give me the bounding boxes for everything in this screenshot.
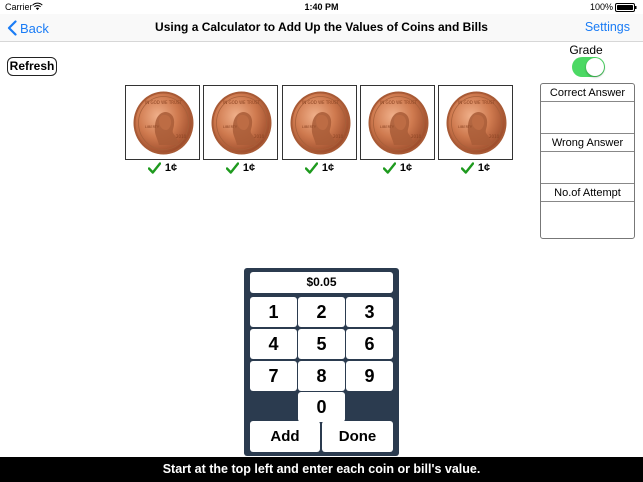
penny-coin-image xyxy=(367,90,430,156)
key-3[interactable]: 3 xyxy=(346,297,393,327)
wrong-answer-header: Wrong Answer xyxy=(541,134,634,152)
correct-answer-header: Correct Answer xyxy=(541,84,634,102)
page-title: Using a Calculator to Add Up the Values … xyxy=(155,20,488,34)
instruction-caption: Start at the top left and enter each coi… xyxy=(0,457,643,482)
grade-toggle[interactable] xyxy=(572,57,605,77)
key-7[interactable]: 7 xyxy=(250,361,297,391)
checkmark-icon xyxy=(305,162,318,174)
checkmark-icon xyxy=(148,162,161,174)
coin-card xyxy=(282,85,357,160)
settings-button[interactable]: Settings xyxy=(585,20,630,34)
battery-percent: 100% xyxy=(589,2,613,12)
key-1[interactable]: 1 xyxy=(250,297,297,327)
checkmark-icon xyxy=(461,162,474,174)
key-5[interactable]: 5 xyxy=(298,329,345,359)
calculator-keypad: $0.05 1 2 3 4 5 6 7 8 9 0 Add Done xyxy=(244,268,399,456)
refresh-button[interactable]: Refresh xyxy=(7,57,57,76)
checkmark-icon xyxy=(226,162,239,174)
coin-value-text: 1¢ xyxy=(164,162,178,174)
key-2[interactable]: 2 xyxy=(298,297,345,327)
attempt-count-header: No.of Attempt xyxy=(541,184,634,202)
coin-value-label: 1¢ xyxy=(360,161,435,175)
key-6[interactable]: 6 xyxy=(346,329,393,359)
grade-toggle-knob xyxy=(586,58,604,76)
coin-card xyxy=(360,85,435,160)
coin-card xyxy=(438,85,513,160)
status-time: 1:40 PM xyxy=(304,2,339,12)
key-8[interactable]: 8 xyxy=(298,361,345,391)
penny-coin-image xyxy=(289,90,352,156)
navigation-bar: Back Using a Calculator to Add Up the Va… xyxy=(0,14,643,42)
wrong-answer-value xyxy=(541,152,634,184)
calculator-display: $0.05 xyxy=(250,272,393,293)
penny-coin-image xyxy=(210,90,273,156)
penny-coin-image xyxy=(132,90,195,156)
coin-value-text: 1¢ xyxy=(242,162,256,174)
attempt-count-value xyxy=(541,202,634,234)
coin-value-label: 1¢ xyxy=(203,161,278,175)
coin-value-text: 1¢ xyxy=(321,162,335,174)
coin-value-text: 1¢ xyxy=(477,162,491,174)
status-bar: Carrier 1:40 PM 100% xyxy=(0,0,643,14)
coin-value-label: 1¢ xyxy=(125,161,200,175)
correct-answer-value xyxy=(541,102,634,134)
key-0[interactable]: 0 xyxy=(298,392,345,422)
results-panel: Correct Answer Wrong Answer No.of Attemp… xyxy=(540,83,635,239)
coin-value-label: 1¢ xyxy=(282,161,357,175)
key-9[interactable]: 9 xyxy=(346,361,393,391)
checkmark-icon xyxy=(383,162,396,174)
coin-value-text: 1¢ xyxy=(399,162,413,174)
done-button[interactable]: Done xyxy=(322,421,393,452)
penny-coin-image xyxy=(445,90,508,156)
coin-value-label: 1¢ xyxy=(438,161,513,175)
add-button[interactable]: Add xyxy=(250,421,320,452)
coin-card xyxy=(125,85,200,160)
battery-icon xyxy=(615,3,637,12)
grade-label: Grade xyxy=(569,43,603,57)
coin-card xyxy=(203,85,278,160)
key-4[interactable]: 4 xyxy=(250,329,297,359)
